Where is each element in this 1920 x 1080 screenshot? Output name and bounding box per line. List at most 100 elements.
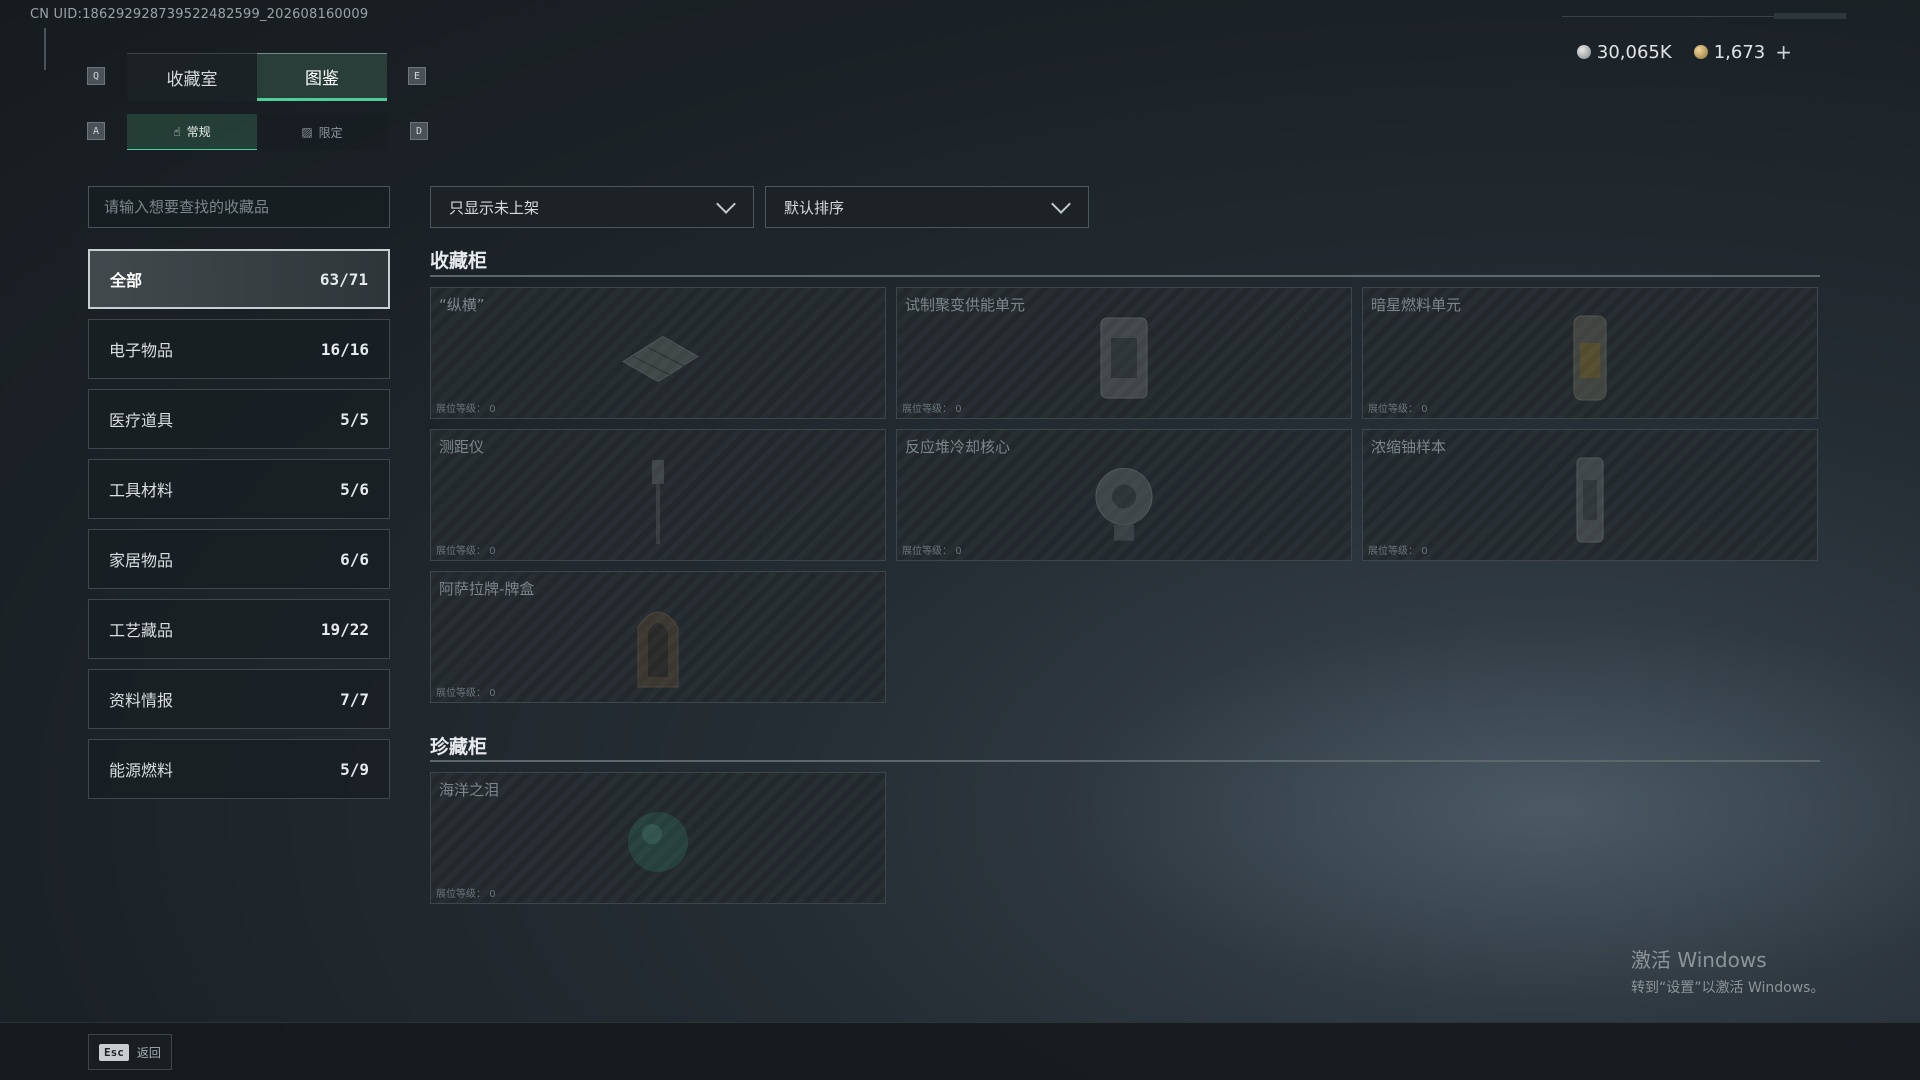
rangefinder-icon: [652, 460, 664, 544]
category-tools[interactable]: 工具材料 5/6: [88, 459, 390, 519]
esc-key-hint: Esc: [99, 1043, 129, 1061]
item-name: 试制聚变供能单元: [905, 296, 1026, 314]
display-level: 展位等级： 0: [1368, 546, 1428, 557]
category-count: 63/71: [319, 269, 368, 289]
display-level: 展位等级： 0: [436, 404, 496, 415]
section-divider: [430, 760, 1820, 762]
category-count: 16/16: [320, 339, 369, 359]
display-level: 展位等级： 0: [902, 546, 962, 557]
category-count: 5/5: [340, 409, 369, 429]
display-level: 展位等级： 0: [902, 404, 962, 415]
category-label: 工具材料: [109, 481, 174, 500]
collection-card[interactable]: 海洋之泪 展位等级： 0: [430, 772, 886, 904]
category-label: 电子物品: [109, 341, 174, 360]
back-button[interactable]: Esc 返回: [88, 1034, 172, 1070]
collection-card[interactable]: 暗星燃料单元 展位等级： 0: [1362, 287, 1818, 419]
collection-card[interactable]: “纵横” 展位等级： 0: [430, 287, 886, 419]
gold-currency: 1,673 +: [1693, 40, 1792, 64]
sort-value: 默认排序: [784, 198, 845, 217]
windows-activation-watermark: 激活 Windows 转到“设置”以激活 Windows。: [1631, 944, 1824, 997]
tab-codex[interactable]: 图鉴: [257, 53, 387, 101]
subtab-limited[interactable]: ▨ 限定: [257, 114, 387, 150]
bottom-bar: [0, 1022, 1920, 1080]
display-level: 展位等级： 0: [436, 546, 496, 557]
fuel-cell-icon: [1573, 315, 1607, 401]
item-name: 测距仪: [439, 438, 485, 456]
display-level: 展位等级： 0: [436, 688, 496, 699]
category-label: 工艺藏品: [109, 621, 174, 640]
board-item-icon: [622, 335, 699, 383]
category-crafts[interactable]: 工艺藏品 19/22: [88, 599, 390, 659]
display-level: 展位等级： 0: [436, 889, 496, 900]
watermark-subtitle: 转到“设置”以激活 Windows。: [1631, 980, 1825, 996]
hand-icon: ☝: [173, 124, 181, 139]
silver-coin-icon: [1576, 45, 1591, 59]
collection-card[interactable]: 试制聚变供能单元 展位等级： 0: [896, 287, 1352, 419]
category-list: 全部 63/71 电子物品 16/16 医疗道具 5/5 工具材料 5/6 家居…: [88, 249, 390, 809]
shelf-filter-value: 只显示未上架: [449, 198, 540, 217]
category-label: 资料情报: [109, 691, 174, 710]
collection-card[interactable]: 阿萨拉牌-牌盒 展位等级： 0: [430, 571, 886, 703]
category-label: 家居物品: [109, 551, 174, 570]
chevron-down-icon: [1051, 194, 1071, 214]
main-tabs: 收藏室 图鉴: [127, 53, 387, 101]
subtab-regular-label: 常规: [186, 125, 211, 139]
decorative-bar: [1562, 13, 1846, 21]
subtab-limited-label: 限定: [318, 125, 343, 140]
gem-icon: [628, 812, 688, 872]
category-medical[interactable]: 医疗道具 5/5: [88, 389, 390, 449]
category-electronics[interactable]: 电子物品 16/16: [88, 319, 390, 379]
category-household[interactable]: 家居物品 6/6: [88, 529, 390, 589]
section-title-treasure: 珍藏柜: [430, 736, 488, 758]
display-level: 展位等级： 0: [1368, 404, 1428, 415]
category-count: 5/9: [340, 759, 369, 779]
key-hint-prev-subtab: A: [87, 122, 105, 140]
category-count: 5/6: [340, 479, 369, 499]
item-name: 阿萨拉牌-牌盒: [439, 580, 535, 598]
category-intel[interactable]: 资料情报 7/7: [88, 669, 390, 729]
currency-bar: 30,065K 1,673 +: [1576, 40, 1792, 64]
back-label: 返回: [136, 1045, 161, 1060]
category-count: 7/7: [340, 689, 369, 709]
sort-dropdown[interactable]: 默认排序: [765, 186, 1089, 228]
category-label: 全部: [110, 271, 143, 290]
item-name: 暗星燃料单元: [1371, 296, 1462, 314]
subtab-regular[interactable]: ☝ 常规: [127, 114, 257, 150]
category-count: 6/6: [340, 549, 369, 569]
item-name: 反应堆冷却核心: [905, 438, 1011, 456]
category-all[interactable]: 全部 63/71: [88, 249, 390, 309]
item-name: 海洋之泪: [439, 781, 500, 799]
player-uid: CN UID:1862929287395224825​99_2026081600…: [30, 7, 369, 22]
section-divider: [430, 275, 1820, 277]
uranium-sample-icon: [1576, 457, 1604, 543]
item-name: “纵横”: [439, 296, 485, 314]
collection-card[interactable]: 浓缩铀样本 展位等级： 0: [1362, 429, 1818, 561]
collection-card[interactable]: 反应堆冷却核心 展位等级： 0: [896, 429, 1352, 561]
collection-card[interactable]: 测距仪 展位等级： 0: [430, 429, 886, 561]
gold-coin-icon: [1693, 45, 1708, 59]
tab-collection-room[interactable]: 收藏室: [127, 53, 257, 101]
search-input[interactable]: [88, 186, 390, 228]
key-hint-prev-tab: Q: [87, 67, 105, 85]
treasure-grid: 海洋之泪 展位等级： 0: [430, 772, 1818, 904]
key-hint-next-tab: E: [408, 67, 426, 85]
card-box-icon: [637, 611, 679, 688]
category-label: 医疗道具: [109, 411, 174, 430]
watermark-title: 激活 Windows: [1631, 948, 1767, 972]
category-count: 19/22: [320, 619, 369, 639]
section-title-cabinet: 收藏柜: [430, 250, 488, 272]
silver-currency: 30,065K: [1576, 42, 1672, 63]
shelf-filter-dropdown[interactable]: 只显示未上架: [430, 186, 754, 228]
decorative-line: [44, 28, 46, 70]
key-hint-next-subtab: D: [410, 122, 428, 140]
add-currency-button[interactable]: +: [1775, 40, 1792, 64]
chevron-down-icon: [716, 194, 736, 214]
cabinet-grid: “纵横” 展位等级： 0 试制聚变供能单元 展位等级： 0 暗星燃料单元 展位等…: [430, 287, 1818, 703]
image-icon: ▨: [301, 125, 313, 139]
gold-amount: 1,673: [1713, 41, 1766, 63]
fusion-unit-icon: [1100, 317, 1148, 399]
item-name: 浓缩铀样本: [1371, 438, 1447, 456]
reactor-core-icon: [1095, 468, 1153, 541]
category-label: 能源燃料: [109, 761, 174, 780]
category-energy[interactable]: 能源燃料 5/9: [88, 739, 390, 799]
